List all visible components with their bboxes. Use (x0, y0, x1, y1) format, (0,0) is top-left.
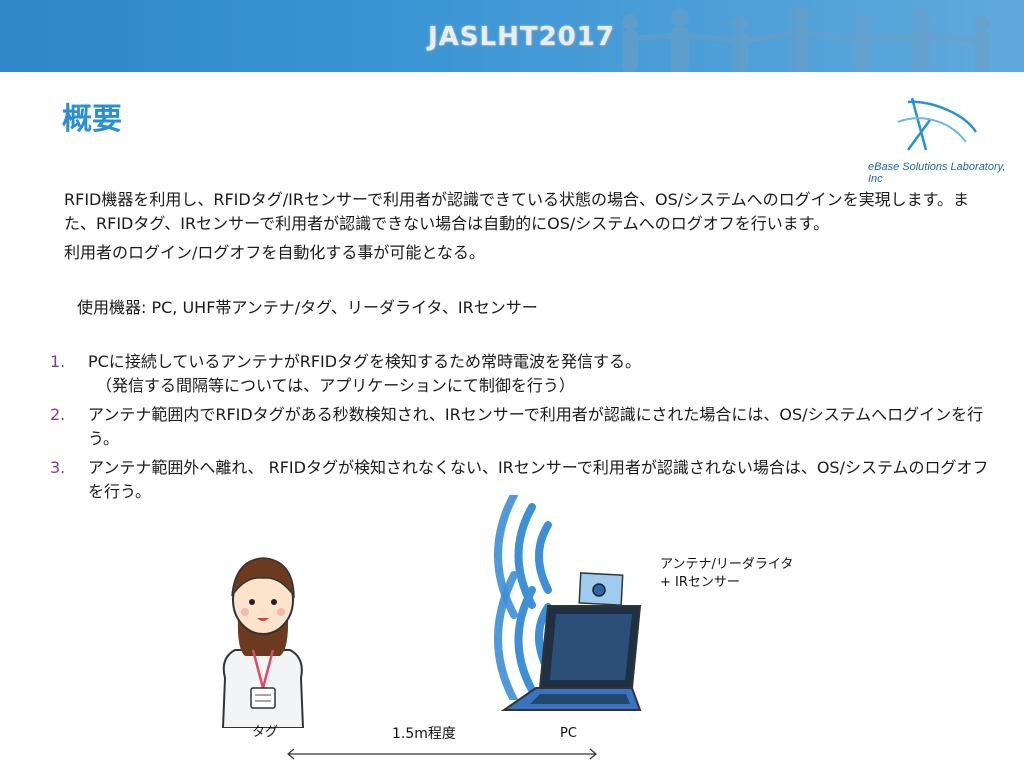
intro-summary: 利用者のログイン/ログオフを自動化する事が可能となる。 (64, 243, 485, 262)
step-text: アンテナ範囲内でRFIDタグがある秒数検知され、IRセンサーで利用者が認識にされ… (88, 405, 984, 448)
step-text: PCに接続しているアンテナがRFIDタグを検知するため常時電波を発信する。 (88, 352, 642, 371)
list-item: 2. アンテナ範囲内でRFIDタグがある秒数検知され、IRセンサーで利用者が認識… (50, 403, 1000, 451)
intro-paragraph: RFID機器を利用し、RFIDタグ/IRセンサーで利用者が認識できている状態の場… (64, 190, 970, 233)
illustration: アンテナ/リーダライタ + IRセンサー タグ PC 1.5m程度 (0, 490, 1024, 768)
equipment-line: 使用機器: PC, UHF帯アンテナ/タグ、リーダライタ、IRセンサー (77, 298, 538, 317)
distance-arrow-icon (287, 748, 597, 760)
list-item: 1. PCに接続しているアンテナがRFIDタグを検知するため常時電波を発信する。… (50, 350, 1000, 398)
banner-title: JASLHT2017 (428, 22, 615, 52)
antenna-label: アンテナ/リーダライタ + IRセンサー (660, 557, 794, 590)
laptop-with-sensor-image (500, 572, 642, 711)
person-with-tag-image (221, 557, 305, 728)
steps-list: 1. PCに接続しているアンテナがRFIDタグを検知するため常時電波を発信する。… (50, 350, 1000, 509)
pc-label: PC (560, 726, 577, 741)
step-subtext: （発信する間隔等については、アプリケーションにて制御を行う） (96, 376, 575, 395)
people-silhouette-image (622, 7, 990, 72)
header-banner: JASLHT2017 (0, 0, 1024, 72)
distance-label: 1.5m程度 (392, 726, 456, 742)
step-number: 1. (50, 352, 66, 371)
step-number: 2. (50, 405, 66, 424)
tag-label: タグ (252, 725, 279, 740)
company-name: eBase Solutions Laboratory, Inc (868, 161, 1006, 185)
page-title: 概要 (62, 102, 122, 137)
